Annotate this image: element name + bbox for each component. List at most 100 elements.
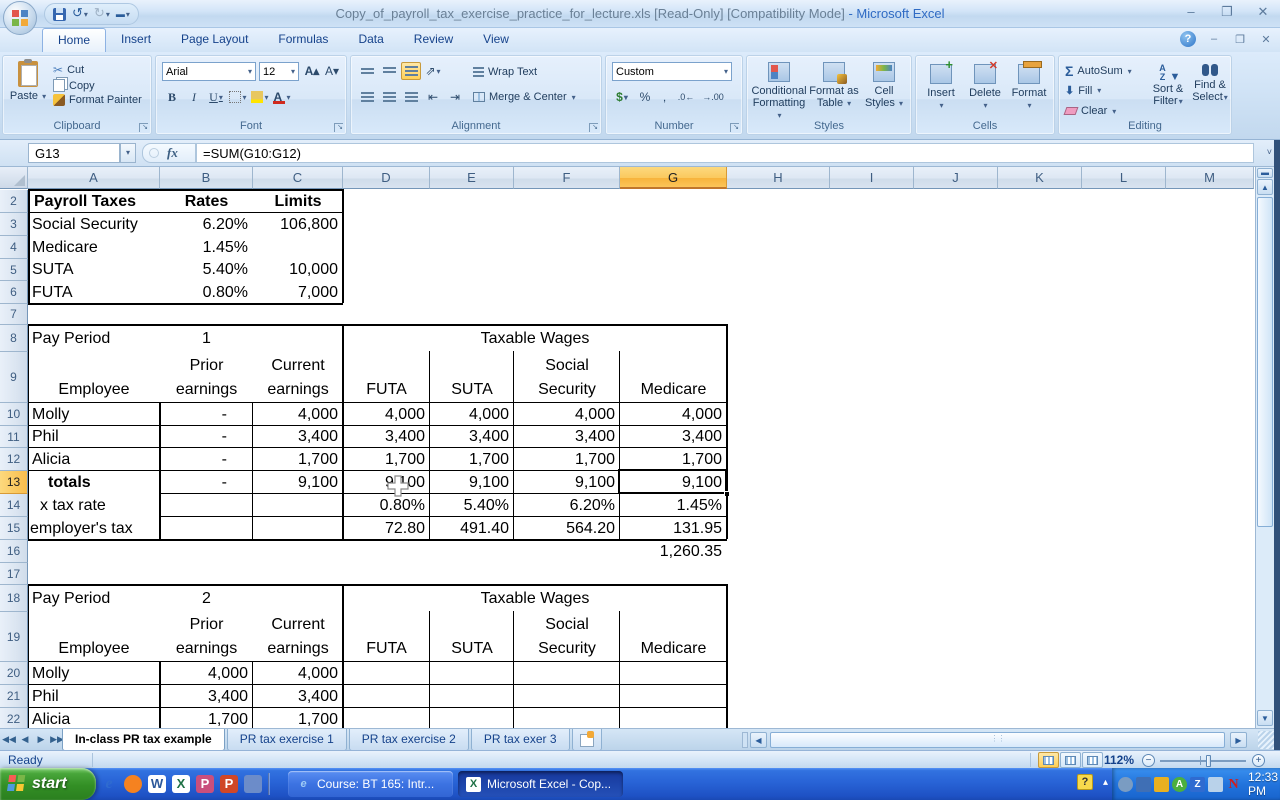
sheet-tab-pr-tax-exercise-2[interactable]: PR tax exercise 2 — [349, 729, 469, 751]
split-box-vertical[interactable]: ▬ — [1257, 168, 1273, 178]
cell-styles-button[interactable]: Cell Styles ▾ — [861, 62, 907, 110]
zoom-slider-track[interactable] — [1160, 760, 1246, 762]
cut-button[interactable]: ✂Cut — [51, 62, 144, 78]
number-dialog-launcher[interactable]: ↘ — [730, 123, 739, 132]
sort-filter-button[interactable]: AZ▼ Sort & Filter▾ — [1147, 64, 1189, 108]
cell-B6[interactable]: 0.80% — [160, 281, 253, 304]
spreadsheet-grid[interactable]: ABCDEFGHIJKLM234567891011121314151617181… — [0, 167, 1255, 728]
cell-E10[interactable]: 4,000 — [430, 403, 514, 426]
name-box-dropdown[interactable]: ▾ — [120, 143, 136, 163]
cell-G11[interactable]: 3,400 — [620, 426, 727, 448]
fill-button[interactable]: ⬇Fill▾ — [1063, 83, 1103, 98]
cell-B21[interactable]: 3,400 — [160, 685, 253, 708]
row-header-2[interactable]: 2 — [0, 190, 28, 213]
fill-handle[interactable] — [724, 491, 729, 496]
increase-indent-button[interactable]: ⇥ — [445, 88, 465, 106]
ie-icon[interactable]: e — [100, 775, 118, 793]
scroll-down-arrow[interactable]: ▼ — [1257, 710, 1273, 726]
column-header-L[interactable]: L — [1082, 167, 1166, 189]
row-header-13[interactable]: 13 — [0, 471, 28, 494]
cell-B3[interactable]: 6.20% — [160, 213, 253, 236]
font-dialog-launcher[interactable]: ↘ — [334, 123, 343, 132]
cell-C12[interactable]: 1,700 — [253, 448, 343, 471]
novell-icon[interactable]: N — [1226, 777, 1241, 792]
row-header-17[interactable]: 17 — [0, 563, 28, 585]
underline-button[interactable]: U▾ — [206, 88, 226, 106]
ribbon-tab-view[interactable]: View — [468, 28, 524, 52]
column-header-H[interactable]: H — [727, 167, 830, 189]
cell-C2[interactable]: Limits — [253, 190, 343, 213]
cell-D8[interactable]: Taxable Wages — [343, 325, 727, 352]
row-header-18[interactable]: 18 — [0, 585, 28, 612]
grow-font-button[interactable]: A▴ — [302, 62, 322, 80]
zoom-out-button[interactable]: − — [1142, 754, 1155, 767]
ribbon-tab-data[interactable]: Data — [343, 28, 398, 52]
decrease-decimal-button[interactable]: →.00 — [701, 88, 725, 106]
workbook-minimize-button[interactable]: – — [1206, 33, 1222, 45]
row-header-22[interactable]: 22 — [0, 708, 28, 728]
row-header-21[interactable]: 21 — [0, 685, 28, 708]
cell-B10[interactable]: - — [160, 403, 253, 426]
cell-C6[interactable]: 7,000 — [253, 281, 343, 304]
cell-F15[interactable]: 564.20 — [514, 517, 620, 540]
formula-input[interactable]: =SUM(G10:G12) — [196, 143, 1254, 163]
prev-sheet-button[interactable]: ◀ — [18, 731, 32, 748]
align-left-button[interactable] — [357, 88, 377, 106]
cell-E11[interactable]: 3,400 — [430, 426, 514, 448]
column-header-G[interactable]: G — [620, 167, 727, 189]
help-tray-icon[interactable]: ? — [1077, 774, 1093, 790]
row-header-9[interactable]: 9 — [0, 352, 28, 403]
cell-C22[interactable]: 1,700 — [253, 708, 343, 728]
cell-B5[interactable]: 5.40% — [160, 259, 253, 281]
cell-B13[interactable]: - — [160, 471, 253, 494]
cell-D9[interactable]: FUTA — [343, 352, 430, 403]
cell-A11[interactable]: Phil — [28, 426, 160, 448]
volume-icon[interactable] — [1208, 777, 1223, 792]
row-header-11[interactable]: 11 — [0, 426, 28, 448]
cell-B8[interactable]: 1 — [160, 325, 253, 352]
column-header-K[interactable]: K — [998, 167, 1082, 189]
cell-G12[interactable]: 1,700 — [620, 448, 727, 471]
row-header-20[interactable]: 20 — [0, 662, 28, 685]
cell-E13[interactable]: 9,100 — [430, 471, 514, 494]
format-as-table-button[interactable]: Format as Table ▾ — [809, 62, 859, 110]
fill-color-button[interactable]: ▾ — [250, 88, 270, 106]
cell-E19[interactable]: SUTA — [430, 612, 514, 662]
page-layout-view-button[interactable] — [1060, 752, 1081, 768]
cell-A4[interactable]: Medicare — [28, 236, 160, 259]
row-header-8[interactable]: 8 — [0, 325, 28, 352]
autosum-button[interactable]: ΣAutoSum▾ — [1063, 62, 1134, 80]
next-sheet-button[interactable]: ▶ — [34, 731, 48, 748]
cell-G10[interactable]: 4,000 — [620, 403, 727, 426]
cell-C13[interactable]: 9,100 — [253, 471, 343, 494]
ribbon-tab-formulas[interactable]: Formulas — [263, 28, 343, 52]
paste-button[interactable]: Paste ▾ — [9, 61, 47, 119]
network-icon[interactable] — [1118, 777, 1133, 792]
cell-D19[interactable]: FUTA — [343, 612, 430, 662]
cell-A14[interactable]: x tax rate — [28, 494, 160, 517]
cell-A10[interactable]: Molly — [28, 403, 160, 426]
cell-F9[interactable]: Social Security — [514, 352, 620, 403]
middle-align-button[interactable] — [379, 62, 399, 80]
firefox-icon[interactable] — [124, 775, 142, 793]
alignment-dialog-launcher[interactable]: ↘ — [589, 123, 598, 132]
word-icon[interactable]: W — [148, 775, 166, 793]
first-sheet-button[interactable]: ◀◀ — [2, 731, 16, 748]
cell-B12[interactable]: - — [160, 448, 253, 471]
shrink-font-button[interactable]: A▾ — [322, 62, 342, 80]
percent-style-button[interactable]: % — [635, 88, 655, 106]
column-header-E[interactable]: E — [430, 167, 514, 189]
vertical-scroll-thumb[interactable] — [1257, 197, 1273, 527]
cell-A2[interactable]: Payroll Taxes — [28, 190, 160, 213]
find-select-button[interactable]: Find & Select▾ — [1189, 64, 1231, 104]
cell-F14[interactable]: 6.20% — [514, 494, 620, 517]
zoom-slider-thumb[interactable] — [1206, 755, 1211, 767]
cell-G16[interactable]: 1,260.35 — [620, 540, 727, 563]
cell-A13[interactable]: totals — [28, 471, 160, 494]
cell-C5[interactable]: 10,000 — [253, 259, 343, 281]
column-header-J[interactable]: J — [914, 167, 998, 189]
ribbon-tab-page-layout[interactable]: Page Layout — [166, 28, 263, 52]
row-header-16[interactable]: 16 — [0, 540, 28, 563]
update-shield-icon[interactable] — [1154, 777, 1169, 792]
cell-C9[interactable]: Current earnings — [253, 352, 343, 403]
